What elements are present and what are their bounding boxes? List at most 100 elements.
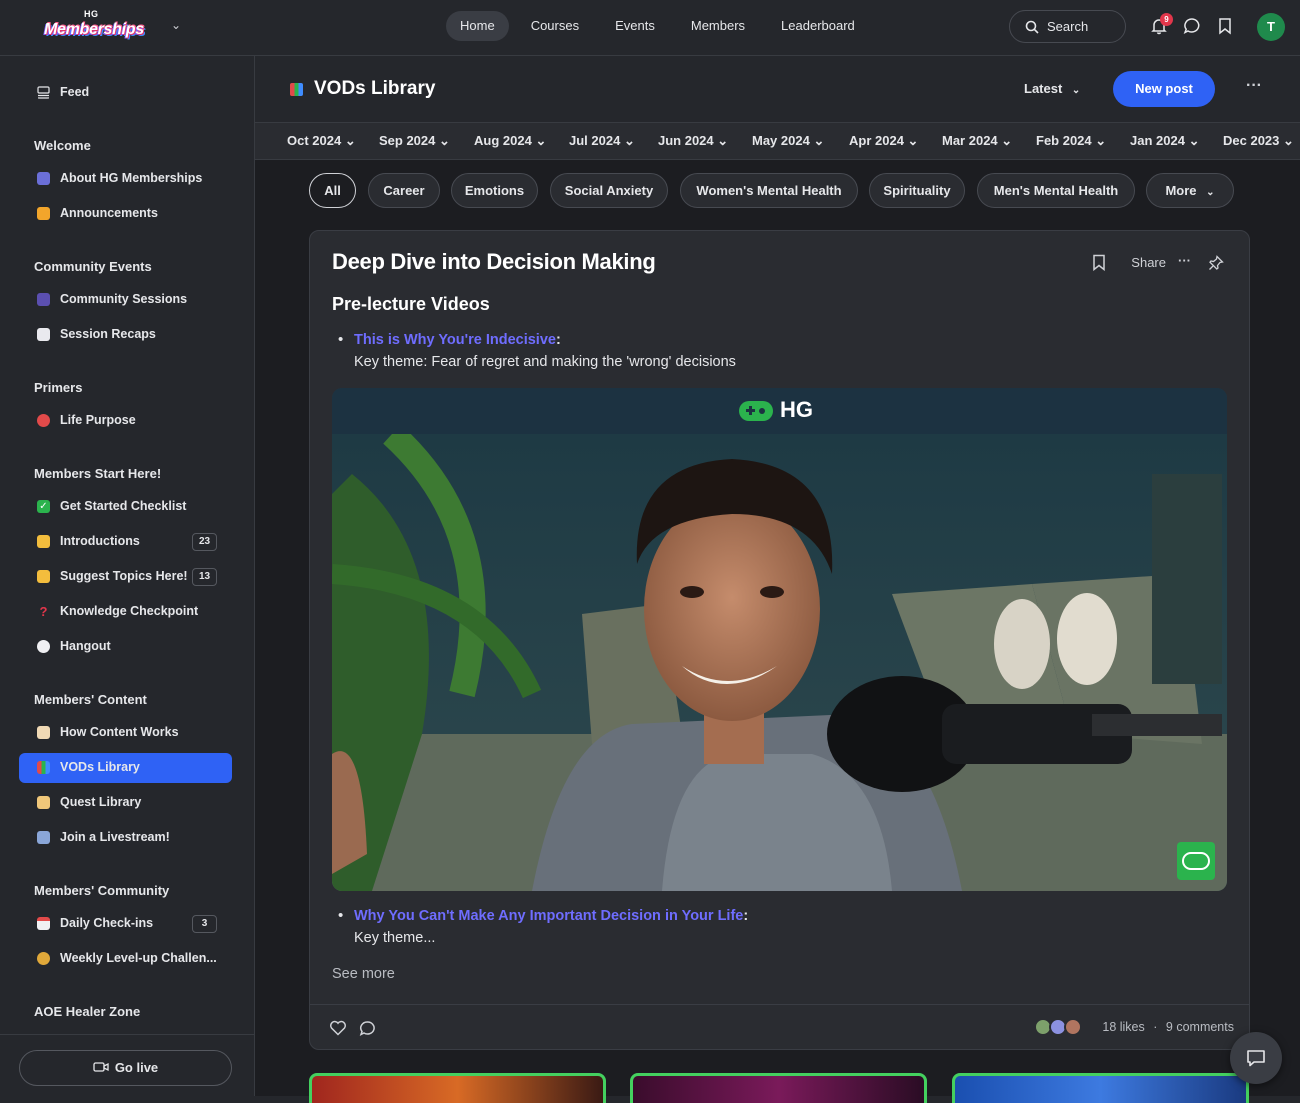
sidebar-item-suggest-topics[interactable]: Suggest Topics Here! 13 <box>19 562 232 592</box>
chip-emotions[interactable]: Emotions <box>451 173 538 208</box>
heart-icon[interactable] <box>329 1020 347 1036</box>
post-thumbnail[interactable] <box>309 1073 606 1103</box>
nav-events[interactable]: Events <box>601 11 669 41</box>
bullet-dot: • <box>338 331 344 348</box>
more-options-icon[interactable]: ··· <box>1246 77 1262 95</box>
section-heading-aoe-healer-zone[interactable]: AOE Healer Zone <box>34 1004 140 1019</box>
chip-social-anxiety[interactable]: Social Anxiety <box>550 173 668 208</box>
post-title[interactable]: Deep Dive into Decision Making <box>332 249 656 275</box>
sidebar-item-session-recaps[interactable]: Session Recaps <box>19 320 232 350</box>
month-filter[interactable]: Jun 2024 ⌄ <box>658 133 728 149</box>
pin-icon[interactable] <box>1208 255 1224 271</box>
link-colon: : <box>743 908 749 924</box>
go-live-label: Go live <box>114 1060 159 1075</box>
nav-leaderboard[interactable]: Leaderboard <box>767 11 869 41</box>
month-filter[interactable]: Jan 2024 ⌄ <box>1130 133 1199 149</box>
sidebar-item-label: Life Purpose <box>60 413 136 427</box>
sidebar-item-knowledge-checkpoint[interactable]: ? Knowledge Checkpoint <box>19 597 232 627</box>
memo-icon <box>37 328 50 341</box>
chat-icon <box>1247 1050 1265 1067</box>
see-more-link[interactable]: See more <box>332 966 395 982</box>
nav-home[interactable]: Home <box>446 11 509 41</box>
chip-more[interactable]: More ⌄ <box>1146 173 1234 208</box>
search-icon <box>1025 20 1039 34</box>
section-heading-primers[interactable]: Primers <box>34 380 82 395</box>
month-filter[interactable]: Apr 2024 ⌄ <box>849 133 918 149</box>
section-heading-members-content[interactable]: Members' Content <box>34 692 147 707</box>
chat-icon[interactable] <box>1182 16 1202 36</box>
chevron-down-icon: ⌄ <box>344 133 356 148</box>
books-icon <box>290 83 303 96</box>
likes-count[interactable]: 18 likes <box>1102 1020 1144 1034</box>
sidebar-item-about[interactable]: About HG Memberships <box>19 164 232 194</box>
memberships-logo[interactable]: HG Memberships <box>44 9 154 45</box>
video-key-theme-1: Key theme: Fear of regret and making the… <box>354 354 736 370</box>
target-icon <box>37 414 50 427</box>
post-thumbnail[interactable] <box>952 1073 1249 1103</box>
sort-dropdown[interactable]: Latest ⌄ <box>1024 81 1080 96</box>
sidebar-item-announcements[interactable]: Announcements <box>19 199 232 229</box>
chip-spirituality[interactable]: Spirituality <box>869 173 965 208</box>
sidebar-item-how-content-works[interactable]: How Content Works <box>19 718 232 748</box>
month-filter[interactable]: Sep 2024 ⌄ <box>379 133 450 149</box>
sidebar-item-join-livestream[interactable]: Join a Livestream! <box>19 823 232 853</box>
section-heading-community-events[interactable]: Community Events <box>34 259 152 274</box>
chevron-down-icon: ⌄ <box>1283 133 1294 148</box>
sidebar-item-label: Daily Check-ins <box>60 916 154 930</box>
section-heading-members-start-here[interactable]: Members Start Here! <box>34 466 161 481</box>
more-options-icon[interactable]: ··· <box>1178 253 1191 268</box>
nav-courses[interactable]: Courses <box>517 11 593 41</box>
sidebar-item-label: How Content Works <box>60 725 179 739</box>
month-filter[interactable]: Oct 2024 ⌄ <box>287 133 356 149</box>
video-link-1[interactable]: This is Why You're Indecisive: <box>354 332 561 348</box>
comment-icon[interactable] <box>359 1020 376 1037</box>
sidebar-item-introductions[interactable]: Introductions 23 <box>19 527 232 557</box>
sidebar-item-community-sessions[interactable]: Community Sessions <box>19 285 232 315</box>
video-link-title[interactable]: This is Why You're Indecisive <box>354 332 556 348</box>
post-thumbnail[interactable] <box>630 1073 927 1103</box>
sidebar-item-life-purpose[interactable]: Life Purpose <box>19 406 232 436</box>
bookmark-icon[interactable] <box>1215 16 1235 36</box>
chevron-down-icon: ⌄ <box>813 133 825 148</box>
sidebar-item-hangout[interactable]: Hangout <box>19 632 232 662</box>
chevron-down-icon[interactable]: ⌄ <box>171 18 181 32</box>
month-filter[interactable]: Dec 2023 ⌄ <box>1223 133 1294 149</box>
video-link-title[interactable]: Why You Can't Make Any Important Decisio… <box>354 908 743 924</box>
sidebar-item-quest-library[interactable]: Quest Library <box>19 788 232 818</box>
month-filter[interactable]: Aug 2024 ⌄ <box>474 133 546 149</box>
month-filter[interactable]: Feb 2024 ⌄ <box>1036 133 1106 149</box>
calendar-icon <box>37 917 50 930</box>
sidebar-item-label: Session Recaps <box>60 327 156 341</box>
month-filter[interactable]: Jul 2024 ⌄ <box>569 133 635 149</box>
question-icon: ? <box>39 604 48 619</box>
new-post-button[interactable]: New post <box>1113 71 1215 107</box>
comments-count[interactable]: 9 comments <box>1166 1020 1234 1034</box>
chevron-down-icon: ⌄ <box>717 133 729 148</box>
chip-career[interactable]: Career <box>368 173 440 208</box>
chip-womens-mental-health[interactable]: Women's Mental Health <box>680 173 858 208</box>
month-filter[interactable]: May 2024 ⌄ <box>752 133 824 149</box>
video-link-2[interactable]: Why You Can't Make Any Important Decisio… <box>354 908 748 924</box>
link-colon: : <box>555 332 561 348</box>
logo-hg-text: HG <box>84 9 99 19</box>
video-embed[interactable]: HG <box>332 388 1227 891</box>
sidebar-item-daily-check-ins[interactable]: Daily Check-ins 3 <box>19 909 232 939</box>
sidebar-item-feed[interactable]: Feed <box>19 78 232 108</box>
chip-all[interactable]: All <box>309 173 356 208</box>
speech-bubble-icon <box>37 640 50 653</box>
bookmark-icon[interactable] <box>1092 254 1106 271</box>
share-button[interactable]: Share <box>1131 255 1166 270</box>
nav-members[interactable]: Members <box>677 11 759 41</box>
chat-launcher-button[interactable] <box>1230 1032 1282 1084</box>
month-filter[interactable]: Mar 2024 ⌄ <box>942 133 1012 149</box>
user-avatar[interactable]: T <box>1257 13 1285 41</box>
sidebar-item-get-started-checklist[interactable]: ✓ Get Started Checklist <box>19 492 232 522</box>
go-live-button[interactable]: Go live <box>19 1050 232 1086</box>
section-heading-members-community[interactable]: Members' Community <box>34 883 169 898</box>
search-button[interactable]: Search <box>1009 10 1126 43</box>
section-heading-welcome[interactable]: Welcome <box>34 138 91 153</box>
sidebar-item-vods-library[interactable]: VODs Library <box>19 753 232 783</box>
sidebar-item-weekly-challenge[interactable]: Weekly Level-up Challen... <box>19 944 232 974</box>
sidebar-item-label: Announcements <box>60 206 158 220</box>
chip-mens-mental-health[interactable]: Men's Mental Health <box>977 173 1135 208</box>
